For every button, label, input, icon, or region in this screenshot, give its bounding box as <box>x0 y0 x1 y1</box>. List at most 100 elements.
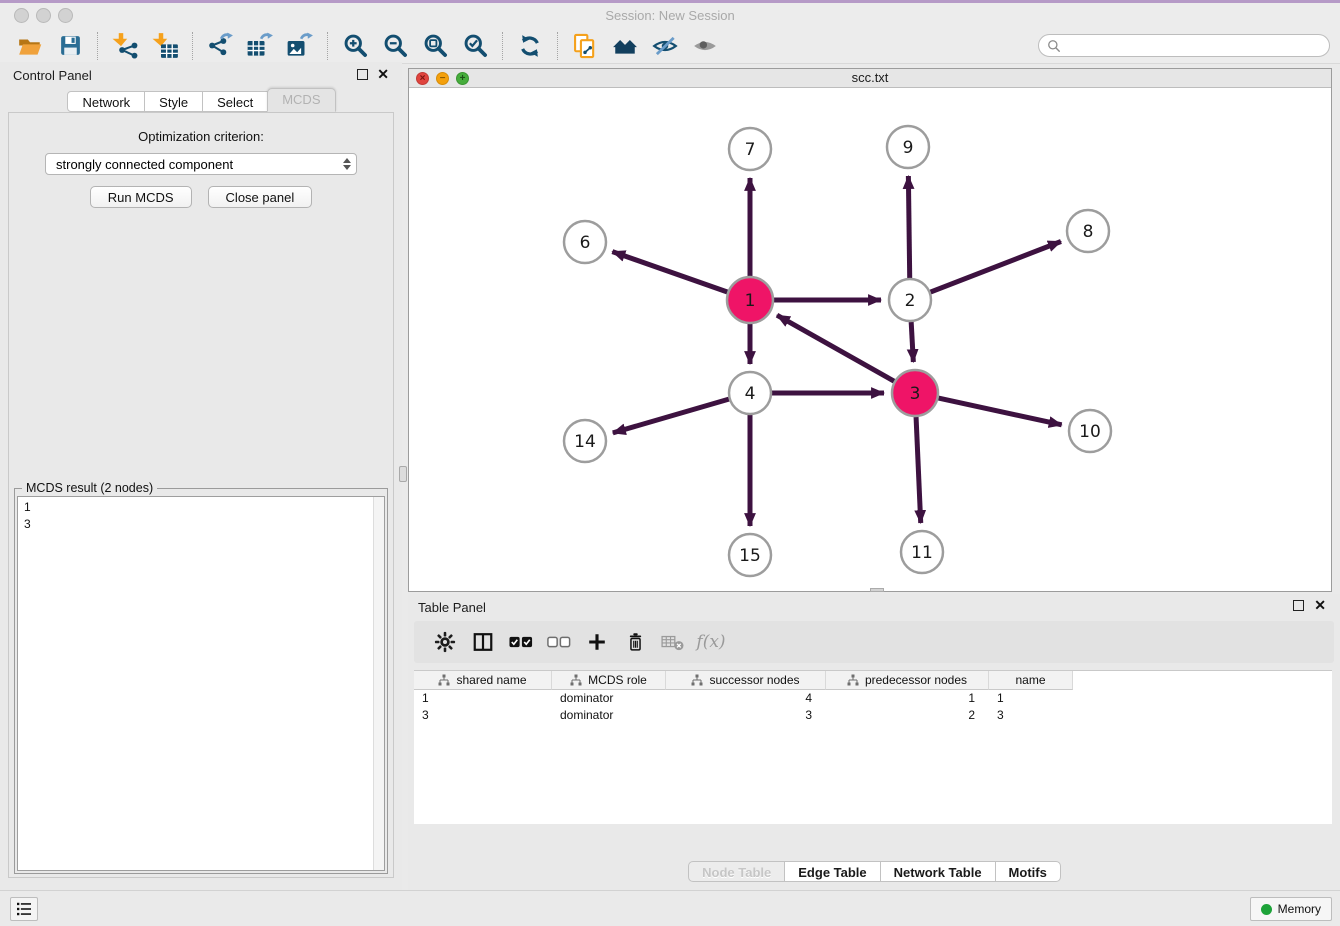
edge-2-8[interactable] <box>931 241 1061 292</box>
node-label: 15 <box>739 546 761 566</box>
network-graph-canvas[interactable]: 7 9 6 8 1 2 4 3 14 10 15 11 <box>409 89 1331 592</box>
control-panel: Control Panel ✕ NetworkStyleSelectMCDS O… <box>0 62 402 890</box>
zoom-out-button[interactable] <box>375 30 415 62</box>
tab-mcds[interactable]: MCDS <box>267 88 335 112</box>
table-settings-button[interactable] <box>426 625 464 659</box>
graph-node-15[interactable]: 15 <box>729 534 771 576</box>
table-cell: 1 <box>989 690 1073 707</box>
tab-network[interactable]: Network <box>67 91 145 112</box>
minimize-window-icon[interactable] <box>36 8 51 23</box>
close-table-panel-icon[interactable]: ✕ <box>1314 597 1326 613</box>
split-columns-button[interactable] <box>464 625 502 659</box>
edge-4-14[interactable] <box>613 399 729 433</box>
network-splitter-handle[interactable] <box>870 588 884 592</box>
memory-button[interactable]: Memory <box>1250 897 1332 921</box>
tab-select[interactable]: Select <box>202 91 268 112</box>
gear-icon <box>434 631 456 653</box>
search-field[interactable] <box>1038 34 1330 57</box>
column-header-predecessor-nodes[interactable]: predecessor nodes <box>826 671 989 690</box>
edge-3-10[interactable] <box>938 398 1061 425</box>
network-view-window[interactable]: × − + scc.txt 7 9 6 8 1 2 4 3 14 10 15 11 <box>408 68 1332 592</box>
zoom-selected-icon <box>462 32 489 59</box>
add-column-button[interactable] <box>578 625 616 659</box>
tab-style[interactable]: Style <box>144 91 203 112</box>
import-table-button[interactable] <box>145 30 185 62</box>
float-table-panel-icon[interactable] <box>1293 600 1304 611</box>
tab-node-table[interactable]: Node Table <box>688 861 785 882</box>
hide-selected-button[interactable] <box>645 30 685 62</box>
edge-3-1[interactable] <box>777 315 894 381</box>
maximize-window-icon[interactable] <box>58 8 73 23</box>
network-window-title: scc.txt <box>409 69 1331 87</box>
table-row[interactable]: 1dominator411 <box>414 690 1332 707</box>
graph-node-2[interactable]: 2 <box>889 279 931 321</box>
graph-node-10[interactable]: 10 <box>1069 410 1111 452</box>
edge-3-11[interactable] <box>916 417 921 523</box>
open-session-button[interactable] <box>10 30 50 62</box>
export-network-button[interactable] <box>200 30 240 62</box>
home-icon <box>610 33 640 59</box>
refresh-layout-button[interactable] <box>510 30 550 62</box>
refresh-icon <box>517 33 543 59</box>
mcds-result-line: 1 <box>24 499 378 516</box>
delete-column-button[interactable] <box>616 625 654 659</box>
tab-motifs[interactable]: Motifs <box>995 861 1061 882</box>
export-table-button[interactable] <box>240 30 280 62</box>
run-mcds-button[interactable]: Run MCDS <box>90 186 192 208</box>
network-zoom-icon[interactable]: + <box>456 72 469 85</box>
panel-splitter-handle[interactable] <box>399 466 407 482</box>
graph-node-3[interactable]: 3 <box>892 370 938 416</box>
home-button[interactable] <box>605 30 645 62</box>
import-network-button[interactable] <box>105 30 145 62</box>
task-history-button[interactable] <box>10 897 38 921</box>
zoom-fit-button[interactable] <box>415 30 455 62</box>
zoom-selected-button[interactable] <box>455 30 495 62</box>
graph-node-4[interactable]: 4 <box>729 372 771 414</box>
mcds-result-area[interactable]: 13 <box>17 496 385 871</box>
edge-2-9[interactable] <box>908 176 909 278</box>
float-panel-icon[interactable] <box>357 69 368 80</box>
session-title: Session: New Session <box>0 3 1340 28</box>
node-label: 3 <box>910 384 921 404</box>
deselect-checkboxes-button[interactable] <box>540 625 578 659</box>
search-input[interactable] <box>1066 39 1321 53</box>
graph-node-1[interactable]: 1 <box>727 277 773 323</box>
column-header-name[interactable]: name <box>989 671 1073 690</box>
tab-edge-table[interactable]: Edge Table <box>784 861 880 882</box>
close-window-icon[interactable] <box>14 8 29 23</box>
select-all-checkboxes-button[interactable] <box>502 625 540 659</box>
column-header-successor-nodes[interactable]: successor nodes <box>666 671 826 690</box>
close-panel-button[interactable]: Close panel <box>208 186 313 208</box>
graph-node-9[interactable]: 9 <box>887 126 929 168</box>
network-close-icon[interactable]: × <box>416 72 429 85</box>
node-label: 4 <box>745 384 756 404</box>
function-builder-button[interactable]: f(x) <box>692 625 730 659</box>
tab-network-table[interactable]: Network Table <box>880 861 996 882</box>
zoom-in-button[interactable] <box>335 30 375 62</box>
network-window-titlebar[interactable]: × − + scc.txt <box>409 69 1331 88</box>
network-minimize-icon[interactable]: − <box>436 72 449 85</box>
node-label: 1 <box>745 291 756 311</box>
node-label: 10 <box>1079 422 1101 442</box>
table-row[interactable]: 3dominator323 <box>414 707 1332 724</box>
export-image-button[interactable] <box>280 30 320 62</box>
delete-table-button[interactable] <box>654 625 692 659</box>
column-header-shared-name[interactable]: shared name <box>414 671 552 690</box>
node-table[interactable]: shared nameMCDS rolesuccessor nodesprede… <box>414 670 1332 824</box>
column-header-mcds-role[interactable]: MCDS role <box>552 671 666 690</box>
edge-1-6[interactable] <box>612 252 727 292</box>
graph-node-11[interactable]: 11 <box>901 531 943 573</box>
show-all-button[interactable] <box>685 30 725 62</box>
close-panel-icon[interactable]: ✕ <box>377 66 389 82</box>
save-session-button[interactable] <box>50 30 90 62</box>
criterion-dropdown[interactable]: strongly connected component <box>45 153 357 175</box>
result-scrollbar[interactable] <box>373 497 384 870</box>
mcds-result-line: 3 <box>24 516 378 533</box>
graph-node-7[interactable]: 7 <box>729 128 771 170</box>
edge-2-3[interactable] <box>911 322 913 362</box>
main-titlebar[interactable]: Session: New Session <box>0 3 1340 28</box>
graph-node-8[interactable]: 8 <box>1067 210 1109 252</box>
clone-network-button[interactable] <box>565 30 605 62</box>
graph-node-6[interactable]: 6 <box>564 221 606 263</box>
graph-node-14[interactable]: 14 <box>564 420 606 462</box>
